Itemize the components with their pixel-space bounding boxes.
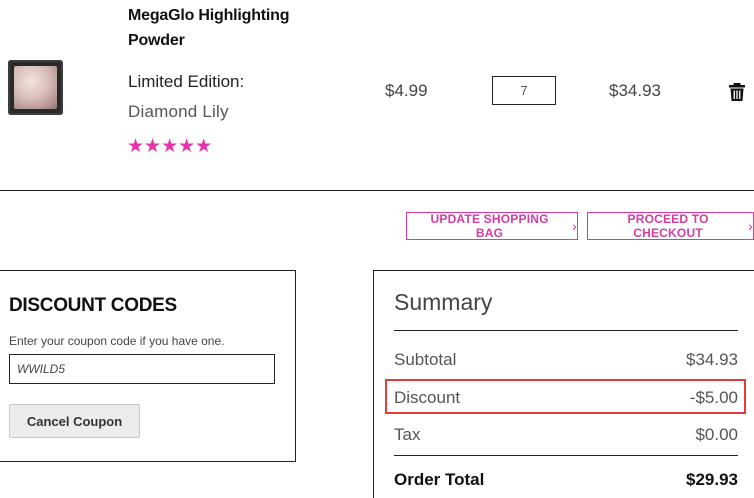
product-thumbnail[interactable] — [8, 60, 63, 115]
row-total: $34.93 — [609, 81, 661, 100]
cancel-coupon-button[interactable]: Cancel Coupon — [9, 404, 140, 438]
product-shade: Diamond Lily — [128, 102, 229, 121]
tax-label: Tax — [394, 425, 421, 444]
order-total-row: Order Total $29.93 — [394, 470, 738, 490]
tax-row: Tax $0.00 — [394, 425, 738, 445]
trash-icon[interactable] — [729, 83, 745, 101]
chevron-right-icon: › — [748, 218, 753, 234]
coupon-hint: Enter your coupon code if you have one. — [9, 334, 225, 348]
update-shopping-bag-label: UPDATE SHOPPING BAG — [430, 212, 549, 240]
discount-codes-panel: DISCOUNT CODES Enter your coupon code if… — [0, 270, 296, 462]
coupon-code-input[interactable] — [9, 354, 275, 384]
unit-price: $4.99 — [385, 81, 428, 100]
product-image — [14, 66, 57, 109]
subtotal-row: Subtotal $34.93 — [394, 350, 738, 370]
summary-divider — [394, 330, 738, 331]
discount-codes-title: DISCOUNT CODES — [9, 295, 177, 316]
proceed-to-checkout-button[interactable]: PROCEED TO CHECKOUT › — [587, 212, 754, 240]
subtotal-value: $34.93 — [686, 350, 738, 369]
proceed-to-checkout-label: PROCEED TO CHECKOUT — [627, 212, 709, 240]
order-total-label: Order Total — [394, 470, 485, 489]
section-divider — [0, 190, 754, 191]
total-divider — [394, 455, 738, 456]
chevron-right-icon: › — [572, 218, 577, 234]
order-total-value: $29.93 — [686, 470, 738, 489]
tax-value: $0.00 — [695, 425, 738, 444]
subtotal-label: Subtotal — [394, 350, 457, 369]
quantity-input[interactable] — [492, 76, 556, 105]
product-name[interactable]: MegaGlo Highlighting Powder — [128, 3, 328, 53]
rating-stars: ★★★★★ — [127, 136, 213, 157]
discount-highlight-box — [385, 379, 746, 414]
update-shopping-bag-button[interactable]: UPDATE SHOPPING BAG › — [406, 212, 578, 240]
summary-title: Summary — [394, 289, 493, 315]
product-edition-label: Limited Edition: — [128, 72, 245, 91]
